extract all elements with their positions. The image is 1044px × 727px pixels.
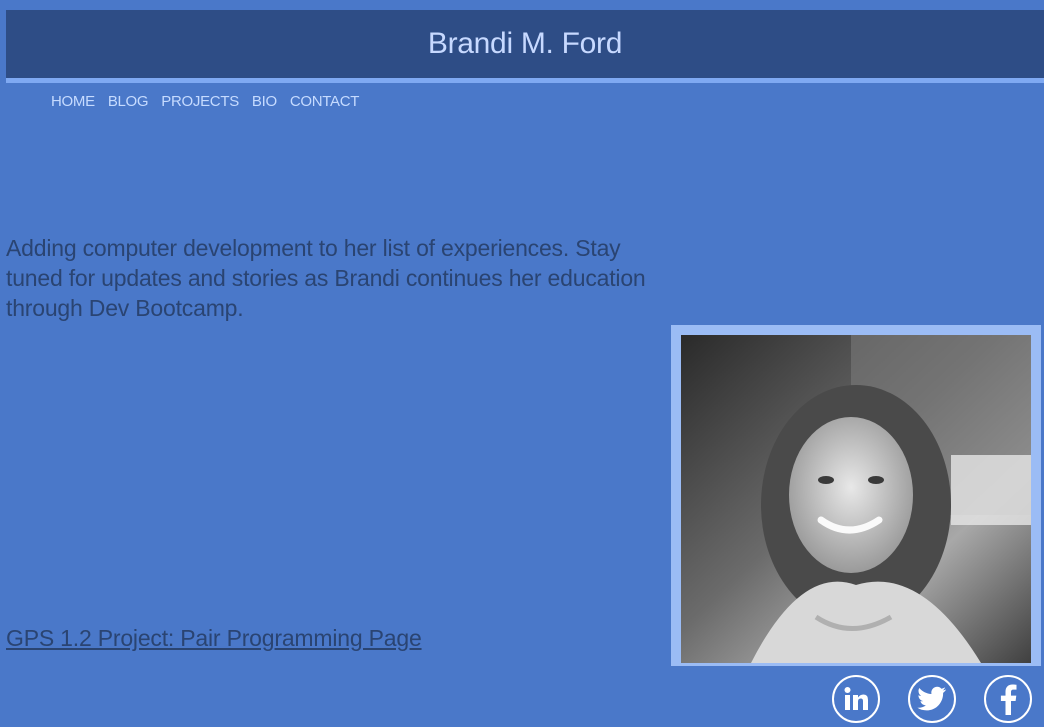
linkedin-icon[interactable] xyxy=(832,675,880,723)
facebook-icon[interactable] xyxy=(984,675,1032,723)
linkedin-glyph xyxy=(844,687,868,710)
nav-projects[interactable]: PROJECTS xyxy=(161,93,239,110)
site-header: Brandi M. Ford xyxy=(6,10,1044,83)
site-title: Brandi M. Ford xyxy=(427,27,623,60)
nav-blog[interactable]: BLOG xyxy=(108,93,149,110)
nav-contact[interactable]: CONTACT xyxy=(290,93,360,110)
nav-bio[interactable]: BIO xyxy=(252,93,277,110)
twitter-glyph xyxy=(917,686,946,711)
facebook-glyph xyxy=(1000,684,1017,715)
page: Brandi M. Ford HOME BLOG PROJECTS BIO CO… xyxy=(0,0,1044,727)
nav-home[interactable]: HOME xyxy=(51,93,95,110)
intro-text: Adding computer development to her list … xyxy=(6,235,646,321)
main-nav: HOME BLOG PROJECTS BIO CONTACT xyxy=(51,93,372,110)
portrait-photo xyxy=(681,335,1031,663)
project-link[interactable]: GPS 1.2 Project: Pair Programming Page xyxy=(6,625,422,652)
social-links xyxy=(832,675,1032,723)
profile-photo xyxy=(681,335,1031,663)
twitter-icon[interactable] xyxy=(908,675,956,723)
profile-photo-frame xyxy=(671,325,1041,666)
